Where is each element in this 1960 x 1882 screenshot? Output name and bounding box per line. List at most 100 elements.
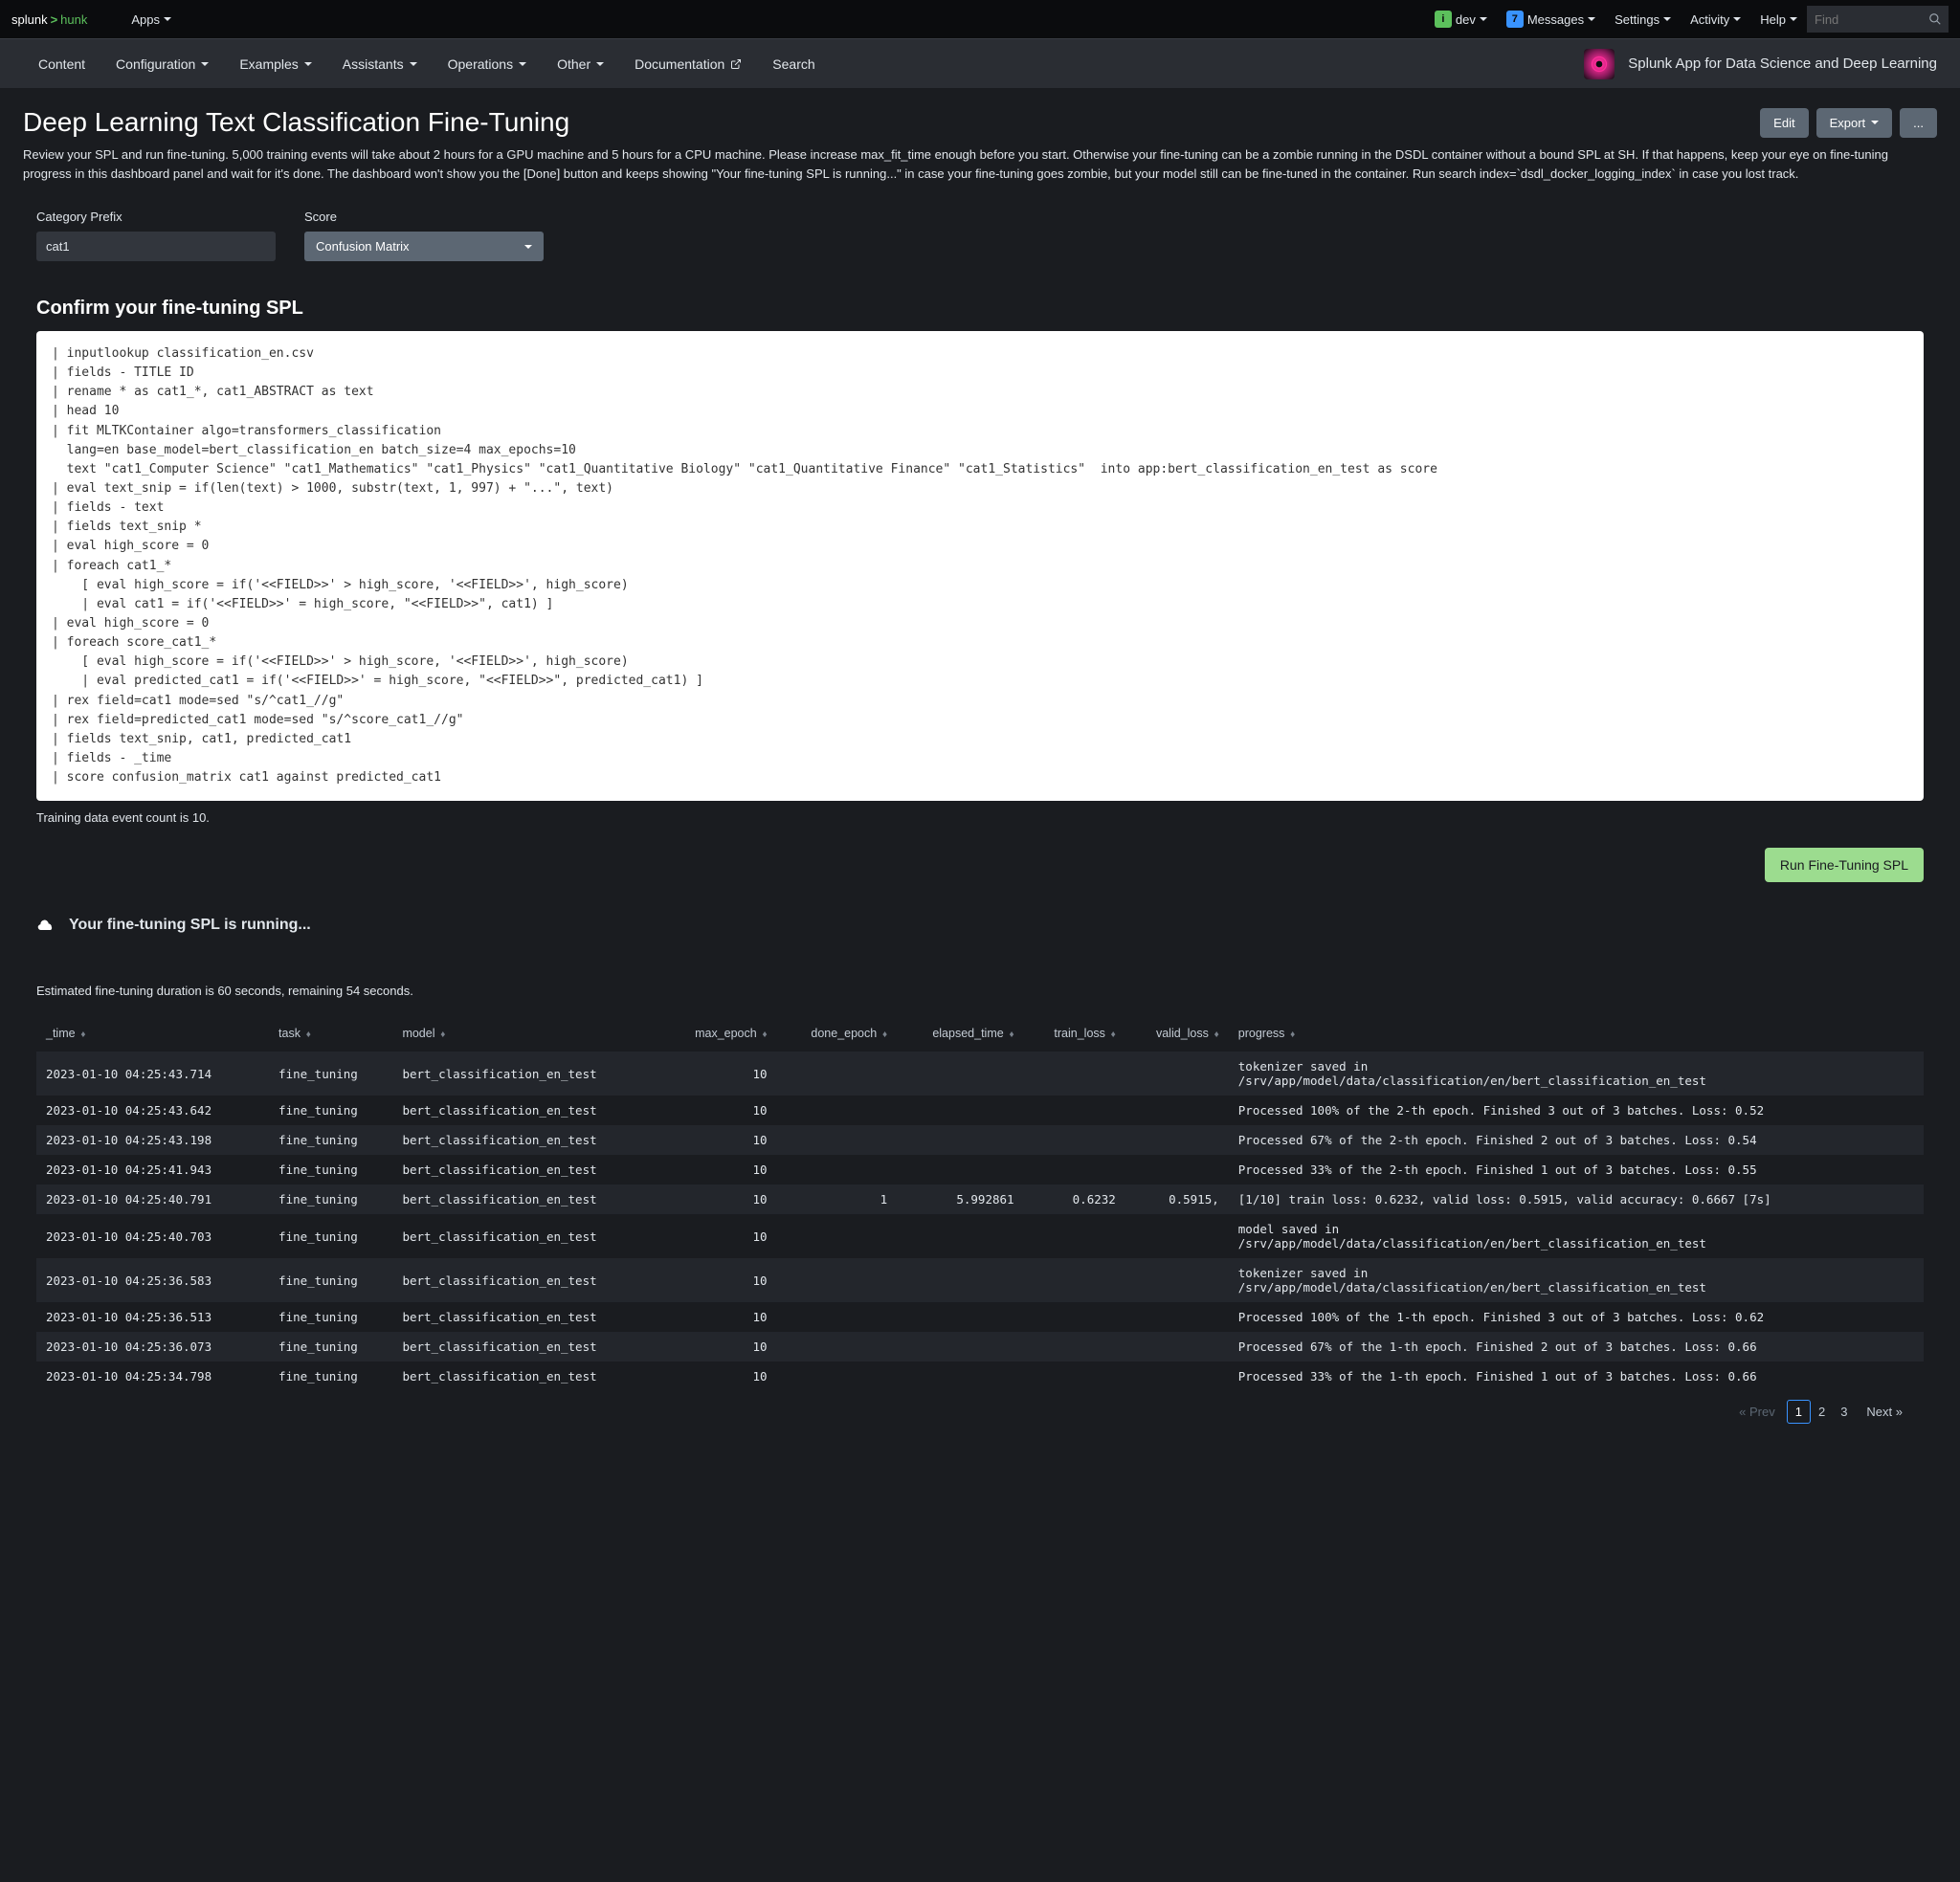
cell-max_epoch: 10	[661, 1185, 776, 1214]
col-train_loss[interactable]: train_loss ♦	[1024, 1015, 1125, 1052]
cell-train_loss	[1024, 1155, 1125, 1185]
cell-max_epoch: 10	[661, 1362, 776, 1391]
cell-valid_loss	[1125, 1125, 1229, 1155]
col-task[interactable]: task ♦	[269, 1015, 392, 1052]
cell-task: fine_tuning	[269, 1332, 392, 1362]
cell-done_epoch: 1	[777, 1185, 898, 1214]
brain-icon	[1590, 55, 1609, 74]
find-input[interactable]	[1807, 6, 1922, 33]
cell-_time: 2023-01-10 04:25:36.583	[36, 1258, 269, 1302]
cell-max_epoch: 10	[661, 1214, 776, 1258]
cell-model: bert_classification_en_test	[392, 1125, 661, 1155]
cell-done_epoch	[777, 1362, 898, 1391]
secbar-item-operations[interactable]: Operations	[433, 39, 542, 88]
secbar-item-content[interactable]: Content	[23, 39, 100, 88]
brand-logo[interactable]: splunk>hunk	[11, 12, 87, 27]
col-header-label: model	[402, 1027, 434, 1040]
cell-max_epoch: 10	[661, 1332, 776, 1362]
messages-menu[interactable]: 7 Messages	[1497, 11, 1605, 28]
secbar-item-assistants[interactable]: Assistants	[327, 39, 433, 88]
brand-gt: >	[50, 12, 59, 27]
caret-down-icon	[524, 245, 532, 249]
cell-model: bert_classification_en_test	[392, 1096, 661, 1125]
sort-icon: ♦	[1007, 1030, 1014, 1040]
cell-valid_loss	[1125, 1096, 1229, 1125]
cell-progress: Processed 33% of the 1-th epoch. Finishe…	[1229, 1362, 1924, 1391]
brand-hunk: hunk	[60, 12, 87, 27]
cell-model: bert_classification_en_test	[392, 1052, 661, 1096]
settings-menu[interactable]: Settings	[1605, 12, 1681, 27]
score-select[interactable]: Confusion Matrix	[304, 232, 544, 261]
table-row: 2023-01-10 04:25:41.943fine_tuningbert_c…	[36, 1155, 1924, 1185]
cell-model: bert_classification_en_test	[392, 1155, 661, 1185]
run-fine-tuning-button[interactable]: Run Fine-Tuning SPL	[1765, 848, 1924, 882]
col-header-label: valid_loss	[1156, 1027, 1209, 1040]
secbar-item-documentation[interactable]: Documentation	[619, 39, 757, 88]
cell-train_loss	[1024, 1302, 1125, 1332]
table-row: 2023-01-10 04:25:40.791fine_tuningbert_c…	[36, 1185, 1924, 1214]
next-page-button[interactable]: Next »	[1859, 1401, 1910, 1423]
help-label: Help	[1760, 12, 1786, 27]
secondary-nav: Content Configuration Examples AssistantsOp…	[0, 38, 1960, 88]
col-elapsed_time[interactable]: elapsed_time ♦	[897, 1015, 1023, 1052]
secbar-item-examples[interactable]: Examples	[224, 39, 326, 88]
caret-down-icon	[201, 62, 209, 66]
activity-menu[interactable]: Activity	[1681, 12, 1750, 27]
page-3-button[interactable]: 3	[1833, 1401, 1855, 1423]
col-_time[interactable]: _time ♦	[36, 1015, 269, 1052]
cell-task: fine_tuning	[269, 1258, 392, 1302]
secbar-item-other[interactable]: Other	[542, 39, 619, 88]
cell-task: fine_tuning	[269, 1185, 392, 1214]
find-button[interactable]	[1922, 6, 1949, 33]
cell-_time: 2023-01-10 04:25:43.714	[36, 1052, 269, 1096]
secbar-item-configuration[interactable]: Configuration	[100, 39, 224, 88]
caret-down-icon	[519, 62, 526, 66]
table-row: 2023-01-10 04:25:43.198fine_tuningbert_c…	[36, 1125, 1924, 1155]
caret-down-icon	[410, 62, 417, 66]
export-label: Export	[1830, 116, 1866, 130]
cell-model: bert_classification_en_test	[392, 1214, 661, 1258]
running-title: Your fine-tuning SPL is running...	[36, 901, 1924, 949]
cell-train_loss	[1024, 1214, 1125, 1258]
col-max_epoch[interactable]: max_epoch ♦	[661, 1015, 776, 1052]
cell-valid_loss	[1125, 1302, 1229, 1332]
cell-max_epoch: 10	[661, 1096, 776, 1125]
category-prefix-input[interactable]	[36, 232, 276, 261]
page-description: Review your SPL and run fine-tuning. 5,0…	[23, 145, 1937, 183]
cell-task: fine_tuning	[269, 1302, 392, 1332]
apps-menu[interactable]: Apps	[122, 12, 181, 27]
cell-task: fine_tuning	[269, 1052, 392, 1096]
cell-done_epoch	[777, 1214, 898, 1258]
page-2-button[interactable]: 2	[1811, 1401, 1833, 1423]
col-progress[interactable]: progress ♦	[1229, 1015, 1924, 1052]
table-row: 2023-01-10 04:25:34.798fine_tuningbert_c…	[36, 1362, 1924, 1391]
user-menu[interactable]: i dev	[1425, 11, 1497, 28]
help-menu[interactable]: Help	[1750, 12, 1807, 27]
progress-table: _time ♦task ♦model ♦max_epoch ♦done_epoc…	[36, 1015, 1924, 1391]
col-header-label: max_epoch	[695, 1027, 757, 1040]
cell-_time: 2023-01-10 04:25:41.943	[36, 1155, 269, 1185]
prev-page-button[interactable]: « Prev	[1731, 1401, 1783, 1423]
sort-icon: ♦	[760, 1030, 768, 1040]
secbar-label: Examples	[239, 56, 298, 72]
sort-icon: ♦	[1108, 1030, 1116, 1040]
secbar-label: Content	[38, 56, 85, 72]
col-header-label: progress	[1238, 1027, 1285, 1040]
table-row: 2023-01-10 04:25:40.703fine_tuningbert_c…	[36, 1214, 1924, 1258]
score-value: Confusion Matrix	[316, 239, 410, 254]
col-valid_loss[interactable]: valid_loss ♦	[1125, 1015, 1229, 1052]
more-button[interactable]: ...	[1900, 108, 1937, 138]
col-done_epoch[interactable]: done_epoch ♦	[777, 1015, 898, 1052]
secbar-item-search[interactable]: Search	[757, 39, 830, 88]
cell-valid_loss	[1125, 1155, 1229, 1185]
col-model[interactable]: model ♦	[392, 1015, 661, 1052]
col-header-label: train_loss	[1054, 1027, 1105, 1040]
filter-row: Category Prefix Score Confusion Matrix	[23, 200, 1937, 280]
user-badge: i	[1435, 11, 1452, 28]
cell-valid_loss	[1125, 1258, 1229, 1302]
edit-button[interactable]: Edit	[1760, 108, 1808, 138]
cell-elapsed_time	[897, 1096, 1023, 1125]
cell-train_loss	[1024, 1332, 1125, 1362]
export-button[interactable]: Export	[1816, 108, 1893, 138]
page-1-button[interactable]: 1	[1787, 1400, 1811, 1424]
